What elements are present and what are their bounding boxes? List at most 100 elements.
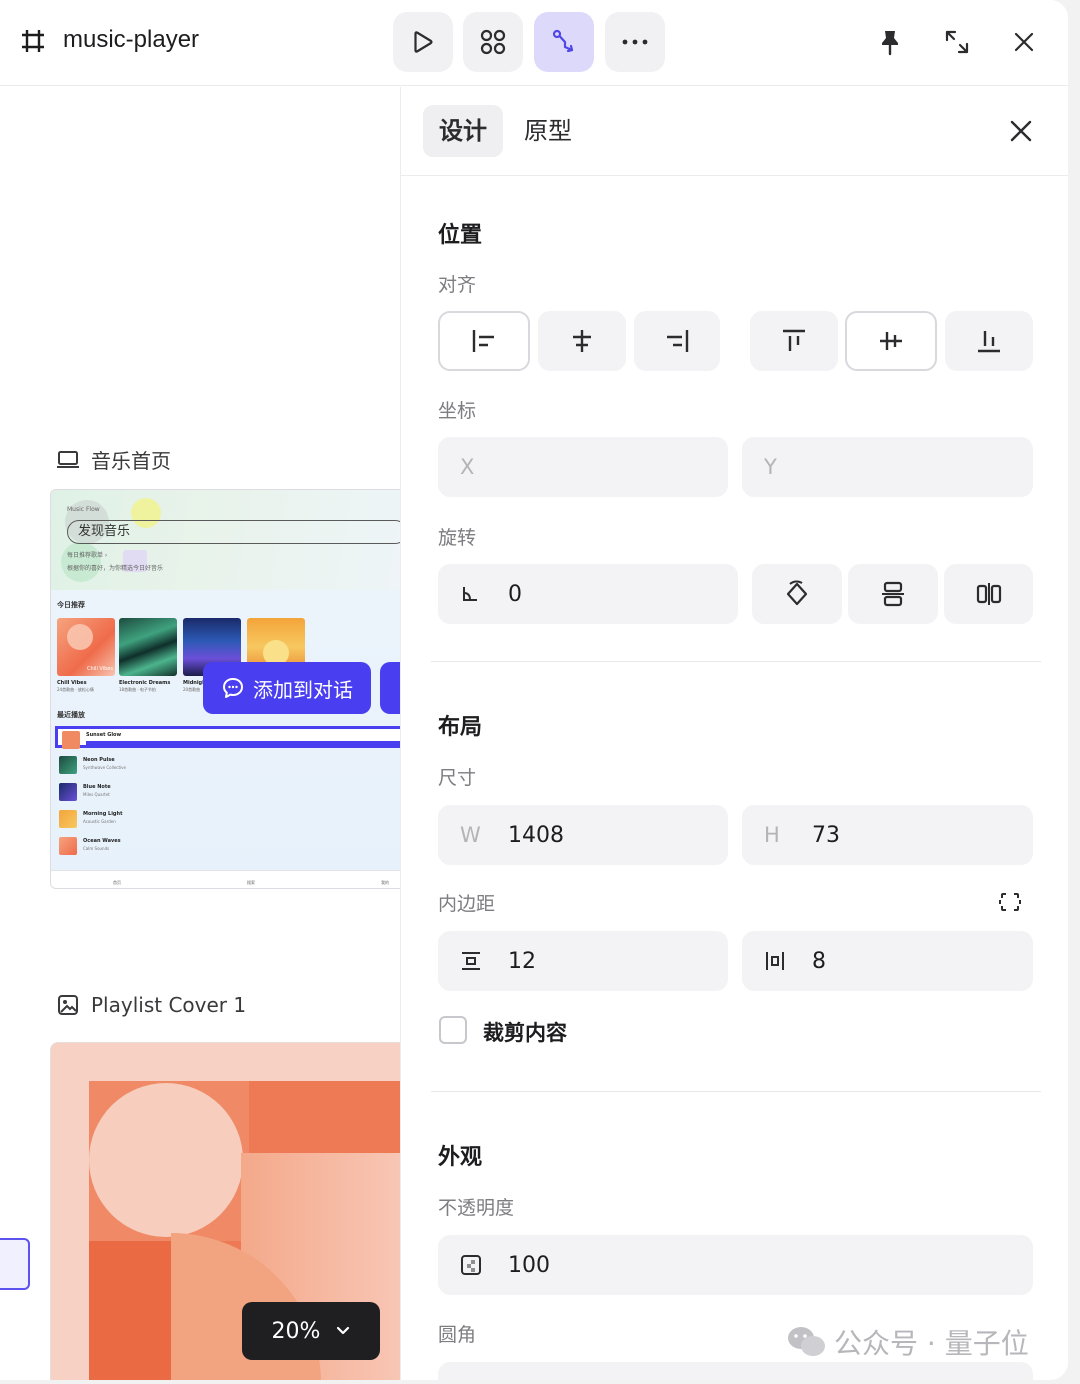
rotation-value: 0 [508, 581, 522, 607]
preview-line2: 根据你的喜好，为你精选今日好音乐 [67, 565, 164, 572]
preview-today-heading: 今日推荐 [57, 601, 85, 609]
corner-radius-input[interactable] [438, 1362, 1033, 1380]
expand-button[interactable] [937, 22, 977, 62]
secondary-action-button[interactable] [380, 662, 400, 714]
opacity-value: 100 [508, 1252, 550, 1278]
x-input[interactable]: X [438, 437, 728, 497]
align-right-icon [667, 330, 689, 352]
padding-vertical-icon [462, 952, 480, 970]
height-input[interactable]: H 73 [742, 805, 1033, 865]
add-to-chat-button[interactable]: 添加到对话 [203, 662, 371, 714]
frame-label-text: Playlist Cover 1 [91, 993, 247, 1017]
prototype-button[interactable] [534, 12, 594, 72]
rotate-button[interactable] [752, 564, 842, 624]
tab-prototype[interactable]: 原型 [508, 105, 588, 157]
align-right-button[interactable] [634, 311, 720, 371]
corner-radius-label: 圆角 [438, 1324, 477, 1346]
opacity-input[interactable]: 100 [438, 1235, 1033, 1295]
y-input[interactable]: Y [742, 437, 1033, 497]
rotation-input[interactable]: 0 [438, 564, 738, 624]
watermark: 公众号 · 量子位 [786, 1322, 1029, 1362]
play-button[interactable] [393, 12, 453, 72]
frame-label-text: 音乐首页 [91, 449, 171, 473]
flip-vertical-button[interactable] [848, 564, 938, 624]
padding-horizontal-icon [766, 952, 784, 970]
top-bar: music-player [0, 0, 1068, 86]
close-panel-icon[interactable] [1005, 115, 1037, 147]
preview-recent-heading: 最近播放 [57, 711, 85, 719]
more-button[interactable] [605, 12, 665, 72]
prototype-icon [552, 29, 574, 53]
preview-header: Music Flow 发现音乐 每日推荐歌单 › 根据你的喜好，为你精选今日好音… [51, 490, 400, 590]
tab-design[interactable]: 设计 [423, 105, 503, 157]
frame-icon [22, 30, 44, 52]
add-to-chat-label: 添加到对话 [253, 677, 353, 702]
flip-horizontal-button[interactable] [944, 564, 1033, 624]
left-edge-tool[interactable] [0, 1238, 30, 1290]
preview-app-name: Music Flow [67, 506, 100, 513]
coordinates-label: 坐标 [438, 400, 477, 422]
play-icon [414, 31, 433, 53]
width-value: 1408 [508, 822, 564, 848]
align-left-button[interactable] [438, 311, 530, 371]
components-icon [480, 29, 506, 55]
appearance-heading: 外观 [438, 1145, 483, 1170]
opacity-label: 不透明度 [438, 1197, 515, 1219]
align-bottom-button[interactable] [945, 311, 1033, 371]
expand-icon [945, 30, 969, 54]
position-heading: 位置 [438, 223, 483, 248]
rotate-icon [786, 580, 808, 606]
frame-label-home[interactable]: 音乐首页 [57, 445, 171, 474]
preview-line1: 每日推荐歌单 › [67, 552, 108, 559]
rotation-label: 旋转 [438, 527, 477, 549]
y-placeholder: Y [764, 455, 777, 479]
align-center-v-button[interactable] [845, 311, 937, 371]
align-center-h-icon [573, 330, 591, 352]
clip-content-checkbox[interactable] [439, 1016, 467, 1044]
wechat-icon [788, 1327, 825, 1356]
preview-cover-1: Chill Vibes [57, 618, 115, 676]
layout-heading: 布局 [438, 715, 483, 740]
padding-vertical-input[interactable]: 12 [438, 931, 728, 991]
divider [431, 661, 1041, 662]
align-top-button[interactable] [750, 311, 838, 371]
chevron-down-icon [337, 1326, 350, 1335]
padding-vertical-value: 12 [508, 948, 536, 974]
padding-label: 内边距 [438, 893, 496, 915]
preview-recent-item: Neon Pulse Synthwave Collective [59, 754, 399, 776]
align-bottom-icon [978, 331, 1000, 353]
app-title: music-player [63, 26, 200, 53]
clip-content-label: 裁剪内容 [483, 1021, 567, 1045]
align-label: 对齐 [438, 274, 477, 296]
close-window-button[interactable] [1004, 22, 1044, 62]
app-window: music-player 音乐首页 Music Flow 发现音乐 每日推荐歌单… [0, 0, 1068, 1380]
pin-icon [882, 31, 898, 56]
preview-recent-item: Morning Light Acoustic Garden [59, 808, 399, 830]
zoom-value: 20% [271, 1318, 321, 1344]
width-input[interactable]: W 1408 [438, 805, 728, 865]
image-icon [58, 995, 78, 1015]
pin-button[interactable] [870, 22, 910, 62]
padding-horizontal-value: 8 [812, 948, 826, 974]
zoom-dropdown[interactable]: 20% [242, 1302, 380, 1360]
align-center-h-button[interactable] [538, 311, 626, 371]
align-center-v-icon [880, 332, 902, 350]
align-top-icon [783, 329, 805, 351]
properties-panel: 设计 原型 位置 对齐 坐标 X Y 旋转 0 布局 尺寸 W 1408 H 7… [400, 87, 1068, 1380]
independent-padding-icon[interactable] [999, 891, 1021, 913]
height-label: H [764, 823, 780, 847]
more-icon [622, 39, 648, 45]
size-label: 尺寸 [438, 767, 477, 789]
flip-vertical-icon [882, 581, 904, 607]
align-left-icon [472, 330, 494, 352]
cover-1-sub: 24首歌曲 · 放松心情 [57, 687, 94, 692]
padding-horizontal-input[interactable]: 8 [742, 931, 1033, 991]
cover-badge: Chill Vibes [87, 666, 113, 672]
cover-2-sub: 18首歌曲 · 电子节拍 [119, 687, 156, 692]
design-canvas[interactable]: 音乐首页 Music Flow 发现音乐 每日推荐歌单 › 根据你的喜好，为你精… [0, 87, 400, 1380]
frame-label-cover[interactable]: Playlist Cover 1 [57, 993, 246, 1017]
watermark-text: 公众号 · 量子位 [834, 1327, 1029, 1360]
laptop-icon [57, 450, 79, 468]
preview-cover-2 [119, 618, 177, 676]
components-button[interactable] [463, 12, 523, 72]
